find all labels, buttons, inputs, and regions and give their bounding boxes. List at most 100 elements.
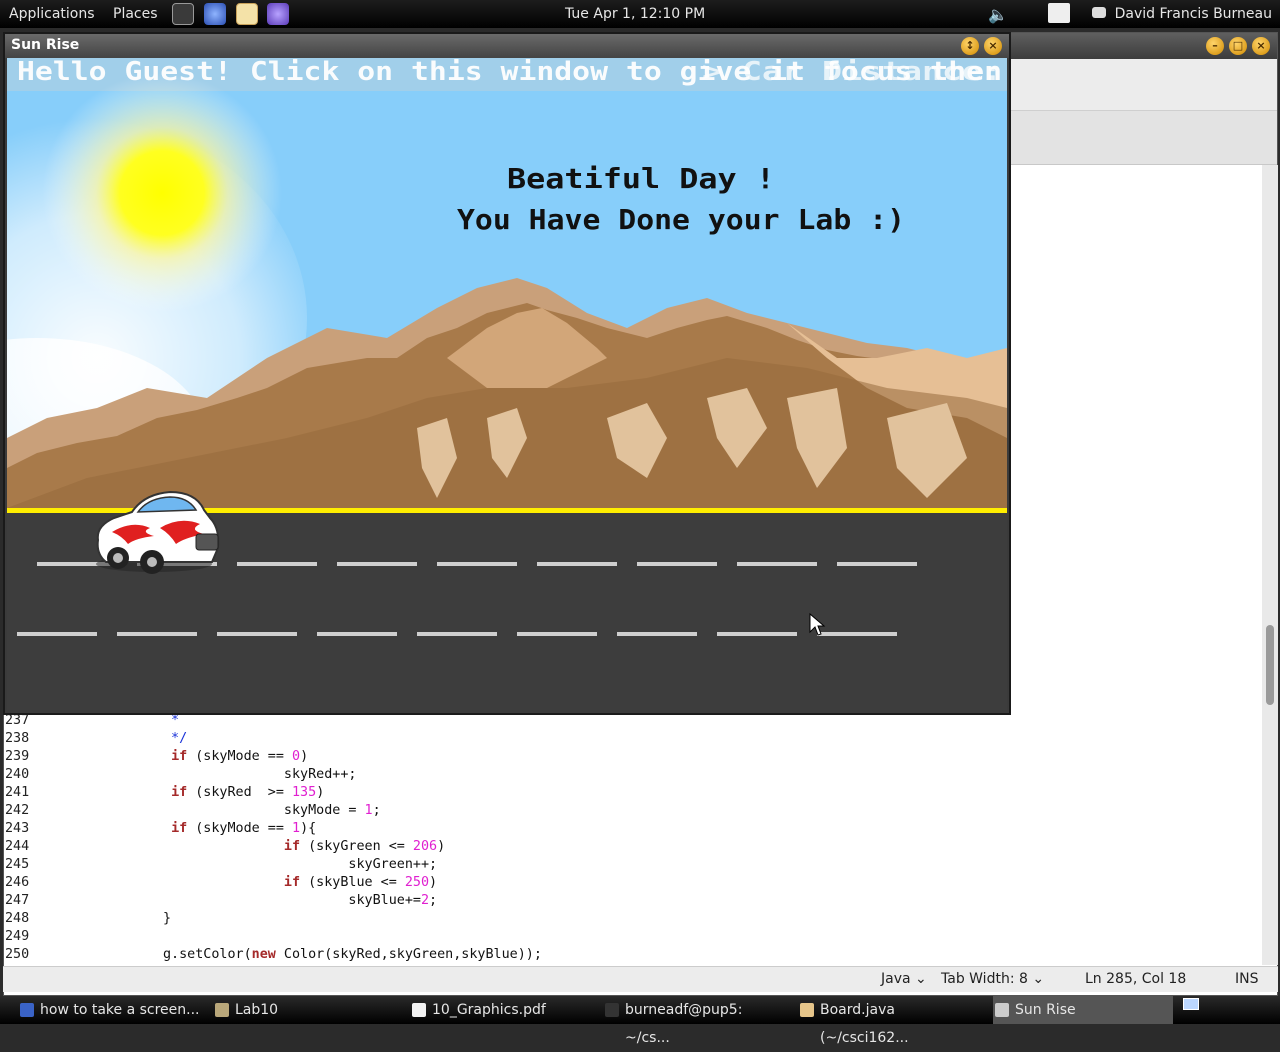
code-token: if	[171, 821, 188, 836]
cursor-position: Ln 285, Col 18	[1085, 971, 1187, 987]
code-token: */	[34, 731, 188, 746]
code-line[interactable]: 249	[0, 928, 1256, 946]
lane-mark	[517, 632, 597, 636]
lane-mark	[537, 562, 617, 566]
code-token: g.setColor(	[34, 947, 252, 962]
chat-status-icon[interactable]	[1092, 7, 1106, 18]
taskbar: how to take a screen... Lab10 10_Graphics.…	[0, 996, 1280, 1046]
car-distance-banner: > Car Distance:	[702, 58, 1002, 87]
line-number: 248	[5, 911, 30, 926]
line-number: 244	[5, 839, 30, 854]
line-number: 249	[5, 929, 30, 944]
close-icon[interactable]: ×	[984, 37, 1002, 55]
lane-mark	[737, 562, 817, 566]
code-view[interactable]: 237 * 238 */239 if (skyMode == 0) 240 skyR…	[0, 712, 1256, 962]
maximize-icon[interactable]: □	[1229, 37, 1247, 55]
code-token: skyBlue+=	[34, 893, 421, 908]
code-token: skyRed++;	[34, 767, 357, 782]
line-number: 243	[5, 821, 30, 836]
network-icon[interactable]	[1048, 3, 1070, 23]
code-line[interactable]: 240 skyRed++;	[0, 766, 1256, 784]
taskbar-item[interactable]: Lab10	[213, 996, 401, 1024]
terminal-launcher-icon[interactable]	[172, 3, 194, 25]
code-token: (skyGreen <=	[300, 839, 413, 854]
tab-width-selector[interactable]: Tab Width: 8 ⌄	[941, 971, 1044, 987]
code-line[interactable]: 250 g.setColor(new Color(skyRed,skyGreen…	[0, 946, 1256, 962]
taskbar-item-label: 10_Graphics.pdf	[432, 1002, 546, 1018]
close-icon[interactable]: ×	[1252, 37, 1270, 55]
language-selector[interactable]: Java ⌄	[881, 971, 927, 987]
taskbar-item[interactable]: how to take a screen...	[18, 996, 206, 1024]
lane-mark	[217, 632, 297, 636]
top-panel: Applications Places Tue Apr 1, 12:10 PM …	[0, 0, 1280, 28]
code-line[interactable]: 248 }	[0, 910, 1256, 928]
browser-launcher-icon[interactable]	[204, 3, 226, 25]
line-number: 241	[5, 785, 30, 800]
code-token: (skyBlue <=	[300, 875, 405, 890]
scroll-thumb[interactable]	[1266, 625, 1274, 705]
code-line[interactable]: 243 if (skyMode == 1){	[0, 820, 1256, 838]
lane-mark	[317, 632, 397, 636]
editor-statusbar: Java ⌄ Tab Width: 8 ⌄ Ln 285, Col 18 INS	[3, 966, 1278, 992]
eclipse-launcher-icon[interactable]	[267, 3, 289, 25]
code-token: )	[429, 875, 438, 890]
lane-mark	[17, 632, 97, 636]
message-line1: Beatiful Day !	[507, 162, 775, 195]
sun	[42, 73, 282, 313]
java-app-icon	[995, 1003, 1009, 1017]
code-token: (skyMode ==	[187, 749, 292, 764]
window-title: Sun Rise	[11, 37, 80, 53]
code-token: if	[283, 875, 301, 890]
code-token: 1	[364, 803, 373, 818]
code-token: if	[171, 785, 188, 800]
taskbar-item[interactable]: 10_Graphics.pdf	[410, 996, 598, 1024]
code-token: 0	[292, 749, 301, 764]
line-number: 240	[5, 767, 30, 782]
places-menu[interactable]: Places	[113, 6, 158, 22]
user-menu[interactable]: David Francis Burneau	[1115, 6, 1272, 22]
code-token: if	[283, 839, 301, 854]
line-number: 250	[5, 947, 30, 962]
code-token: ){	[300, 821, 317, 836]
taskbar-item[interactable]: burneadf@pup5: ~/cs...	[603, 996, 791, 1046]
workspace-switcher[interactable]	[1183, 998, 1199, 1010]
lane-mark	[817, 632, 897, 636]
code-line[interactable]: 244 if (skyGreen <= 206)	[0, 838, 1256, 856]
message-line2: You Have Done your Lab :)	[457, 203, 905, 236]
text-editor-launcher-icon[interactable]	[236, 3, 258, 25]
minimize-icon[interactable]: –	[1206, 37, 1224, 55]
lane-mark	[117, 632, 197, 636]
lane-mark	[237, 562, 317, 566]
line-number: 239	[5, 749, 30, 764]
taskbar-item[interactable]: Board.java (~/csci162...	[798, 996, 986, 1046]
volume-icon[interactable]: 🔈	[988, 5, 1008, 24]
restore-icon[interactable]: ↕	[961, 37, 979, 55]
code-line[interactable]: 238 */	[0, 730, 1256, 748]
clock[interactable]: Tue Apr 1, 12:10 PM	[565, 6, 705, 22]
lane-mark	[417, 632, 497, 636]
code-token: new	[251, 947, 276, 962]
code-token: skyMode =	[34, 803, 365, 818]
taskbar-item-label: Board.java (~/csci162...	[820, 1002, 909, 1046]
code-line[interactable]: 239 if (skyMode == 0)	[0, 748, 1256, 766]
lane-marks-lower	[17, 632, 897, 636]
editor-scrollbar[interactable]	[1262, 165, 1278, 965]
scene-canvas[interactable]: Hello Guest! Click on this window to giv…	[7, 58, 1007, 710]
code-line[interactable]: 246 if (skyBlue <= 250)	[0, 874, 1256, 892]
sunrise-window[interactable]: Sun Rise ↕ × Hello Guest! Click on this …	[3, 32, 1011, 715]
taskbar-item-label: burneadf@pup5: ~/cs...	[625, 1002, 743, 1046]
code-token: Color(skyRed,skyGreen,skyBlue));	[275, 947, 542, 962]
folder-icon	[215, 1003, 229, 1017]
lane-mark	[637, 562, 717, 566]
taskbar-item[interactable]: Sun Rise	[993, 996, 1173, 1024]
applications-menu[interactable]: Applications	[9, 6, 95, 22]
code-line[interactable]: 245 skyGreen++;	[0, 856, 1256, 874]
code-line[interactable]: 241 if (skyRed >= 135)	[0, 784, 1256, 802]
code-line[interactable]: 247 skyBlue+=2;	[0, 892, 1256, 910]
lane-mark	[617, 632, 697, 636]
code-line[interactable]: 242 skyMode = 1;	[0, 802, 1256, 820]
insert-mode: INS	[1235, 971, 1259, 987]
sunrise-titlebar[interactable]: Sun Rise ↕ ×	[5, 34, 1009, 58]
